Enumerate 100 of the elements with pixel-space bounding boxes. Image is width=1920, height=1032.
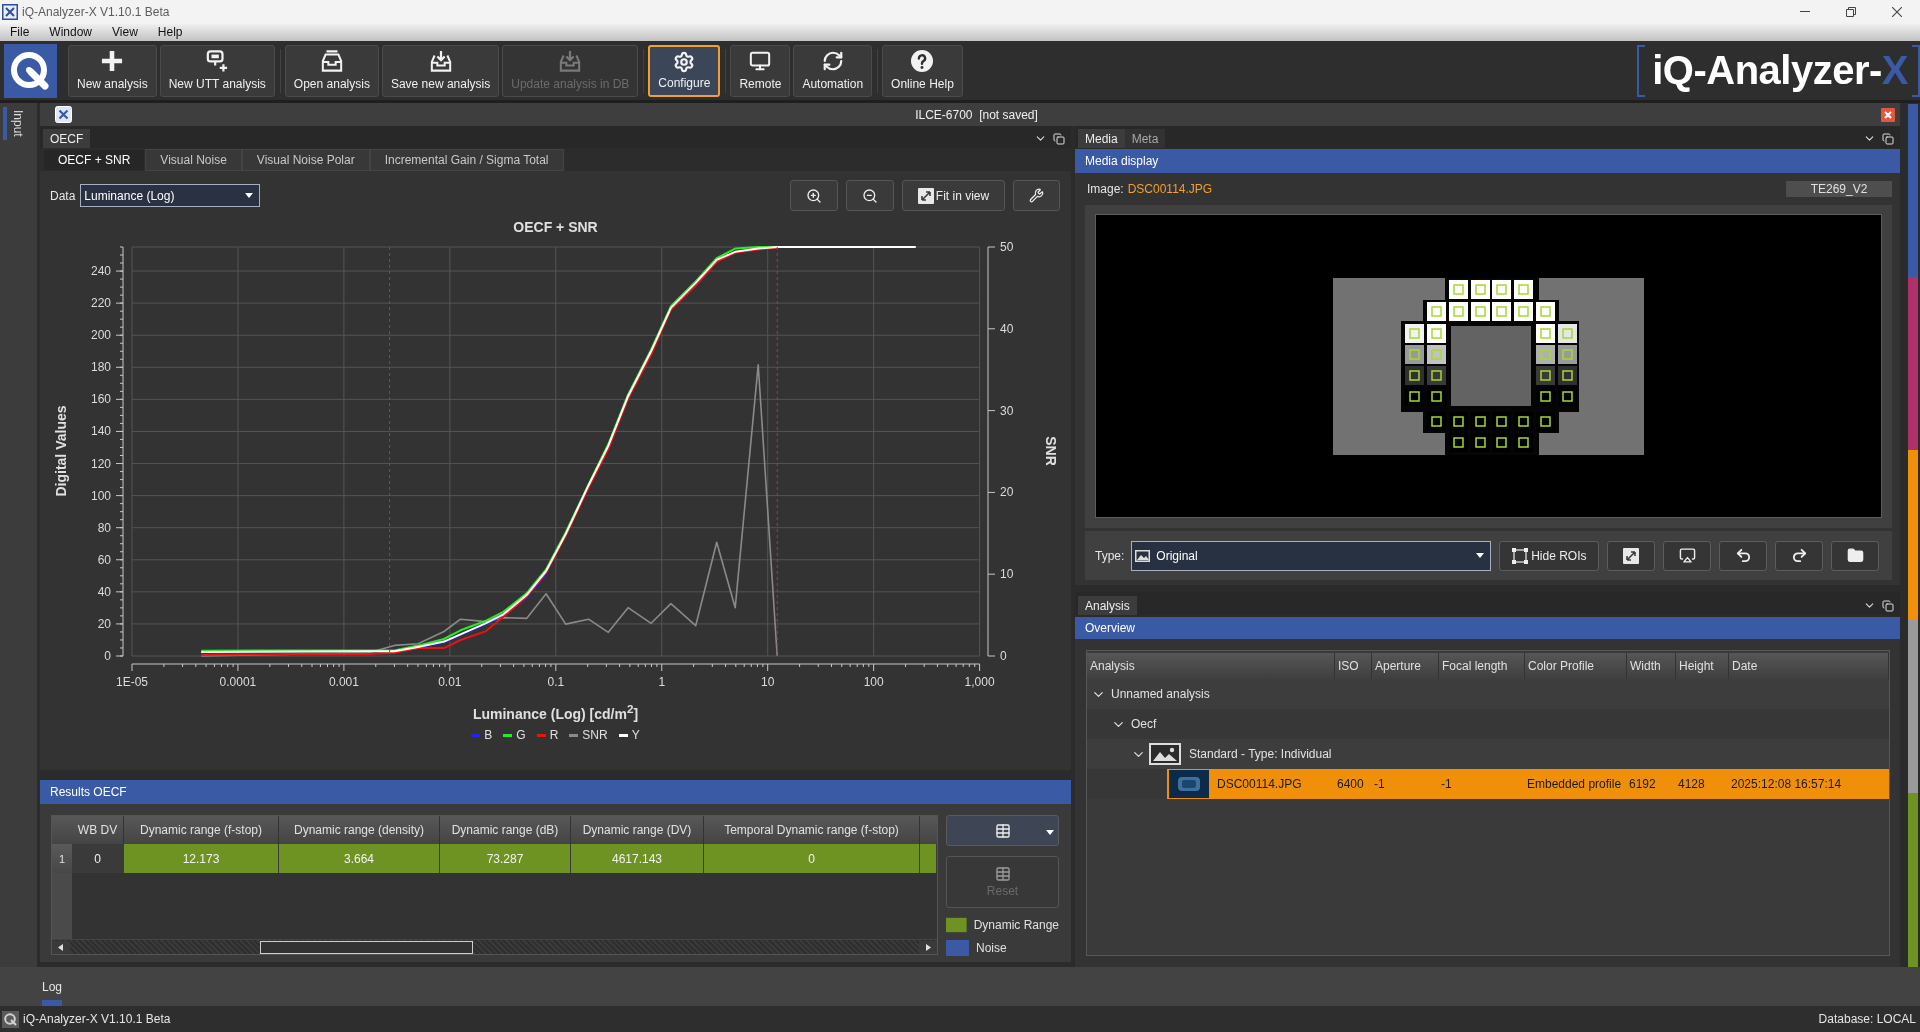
axis-tick-label: 100 [90,488,111,503]
dock-tab[interactable]: Analysis [1078,596,1137,615]
float-window-icon[interactable] [1882,132,1894,145]
toolbar-button[interactable]: Remote [730,44,791,97]
fit-in-view-button[interactable]: Fit in view [902,180,1005,211]
axis-tick-label: 0.01 [438,675,462,689]
toolbar-button[interactable]: Configure [648,44,721,97]
table-cell: 12.173 [124,844,279,873]
zoom-out-button[interactable] [846,180,894,211]
toolbar-button[interactable]: Automation [793,44,873,97]
close-icon[interactable] [1881,107,1895,122]
settings-button[interactable] [1013,180,1060,211]
data-select[interactable]: Luminance (Log) [80,184,261,207]
help-icon [911,49,934,72]
panel-header: Media display [1075,149,1900,173]
status-text: iQ-Analyzer-X V1.10.1 Beta [23,1012,171,1026]
float-window-icon[interactable] [1882,599,1894,612]
window-title: iQ-Analyzer-X V1.10.1 Beta [22,4,170,19]
tab[interactable]: Visual Noise Polar [241,149,370,171]
image-filename: DSC00114.JPG [1127,182,1213,196]
toolbar-button[interactable]: New UTT analysis [159,44,275,97]
axis-tick-label: 50 [1000,240,1014,254]
expand-arrows-icon [917,187,934,204]
legend-label: Noise [976,941,1007,955]
type-select[interactable]: Original [1131,540,1492,571]
legend-label: Y [631,728,640,742]
undo-button[interactable] [1719,540,1768,571]
axis-tick-label: 10 [761,675,775,689]
axis-tick-label: 1 [658,675,666,689]
image-icon [1149,743,1181,765]
horizontal-scrollbar[interactable] [52,939,937,954]
expand-button[interactable] [1607,540,1656,571]
monitor-plus-icon [206,49,229,72]
side-tab[interactable]: Input [3,107,27,140]
redo-icon [1790,547,1808,564]
axis-tick-label: 30 [1000,403,1014,418]
data-label: Data [50,188,76,203]
toolbar-button[interactable]: Open analysis [284,44,379,97]
legend-label: R [549,728,559,742]
restore-icon [1846,6,1856,17]
legend-label: B [484,728,493,742]
scroll-right-icon[interactable] [919,940,937,954]
menu-item[interactable]: Window [39,23,103,41]
tree-cell-text: 6192 [1628,777,1657,791]
float-window-icon[interactable] [1053,132,1065,145]
table-cell: 3.664 [279,844,440,873]
redo-button[interactable] [1775,540,1824,571]
scrollbar-thumb[interactable] [260,940,473,954]
axis-tick-label: 140 [90,424,111,439]
axis-tick-label: 1E-05 [116,675,148,689]
document-title: ILCE-6700 [not saved] [914,107,1039,122]
tree-label: Standard - Type: Individual [1188,747,1332,761]
frame-corners-icon [1512,547,1529,564]
tab[interactable]: OECF + SNR [43,149,146,171]
axis-tick-label: 180 [90,360,111,375]
status-text: Database: LOCAL [1818,1012,1916,1026]
dock-tab[interactable]: Media [1078,129,1125,148]
axis-tick-label: 20 [97,616,111,631]
tray-download-icon [559,49,582,72]
wrench-icon [1029,188,1044,203]
type-label: Type: [1095,548,1125,563]
image-label: Image: [1087,182,1124,196]
app-logo-icon [4,43,57,98]
axis-title: SNR [1043,436,1060,466]
menu-item[interactable]: View [102,23,148,41]
table-icon [994,822,1011,839]
folder-button[interactable] [1831,540,1880,571]
display-button[interactable] [1663,540,1712,571]
caret-icon [1476,553,1485,558]
image-thumbnail-icon [1169,770,1209,798]
folder-icon [1846,547,1864,564]
menu-item[interactable]: Help [147,23,193,41]
caret-icon [1046,830,1054,835]
toolbar-button[interactable]: New analysis [68,44,157,97]
undo-icon [1734,547,1752,564]
menu-item[interactable]: File [0,23,40,41]
scroll-left-icon[interactable] [52,940,70,954]
toolbar-button[interactable]: Online Help [882,44,963,97]
table-options-button[interactable] [946,815,1059,846]
axis-tick-label: 220 [90,296,111,311]
tab[interactable]: Incremental Gain / Sigma Total [369,149,564,171]
axis-tick-label: 0.001 [328,675,359,689]
axis-tick-label: 240 [90,264,111,279]
axis-tick-label: 120 [90,456,111,471]
hide-rois-button[interactable]: Hide ROIs [1499,540,1600,571]
tree-cell-text: 4128 [1677,777,1706,791]
zoom-out-icon [862,187,878,204]
table-cell: 0 [704,844,920,873]
zoom-in-button[interactable] [790,180,838,211]
brand-logo: iQ-Analyzer-X [1637,44,1920,97]
dock-tab[interactable]: Meta [1124,129,1166,148]
legend-label: Dynamic Range [973,918,1059,932]
screen-arrow-icon [1678,547,1696,564]
axis-tick-label: 0.0001 [219,675,257,689]
tree-label: Oecf [1130,717,1157,731]
dock-tab[interactable]: OECF [43,129,91,148]
legend-label: G [516,728,526,742]
tab[interactable]: Visual Noise [145,149,242,171]
table-icon [994,866,1011,882]
toolbar-button[interactable]: Save new analysis [381,44,500,97]
